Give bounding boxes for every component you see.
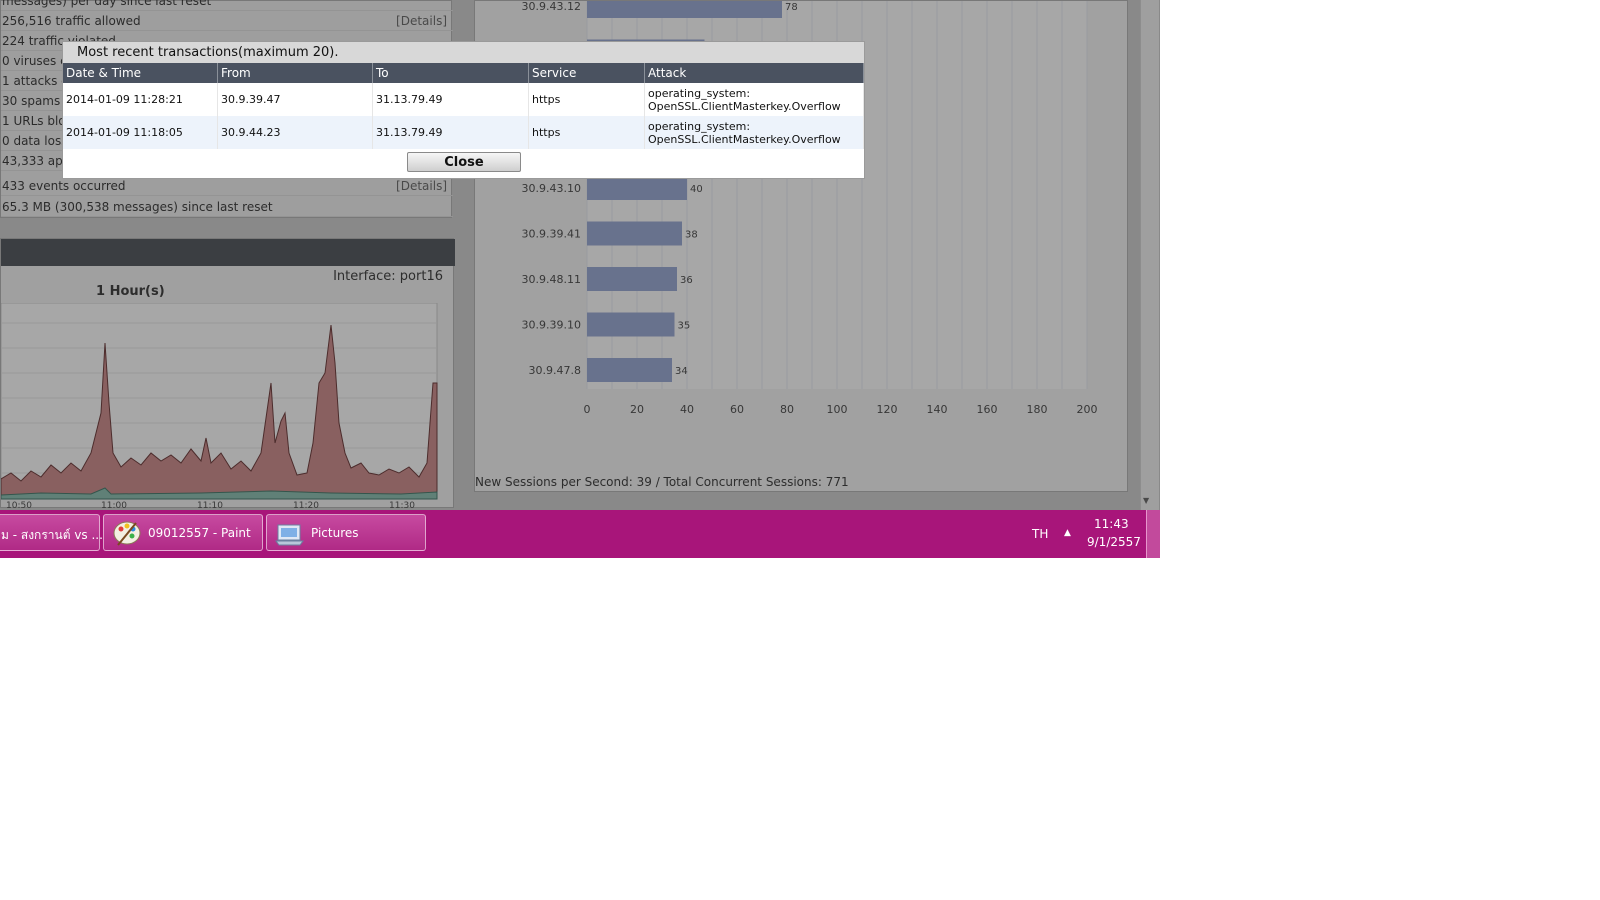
cell-datetime: 2014-01-09 11:28:21 (63, 83, 218, 116)
paint-palette-icon (113, 521, 141, 546)
attack-signature: OpenSSL.ClientMasterkey.Overflow (648, 132, 841, 146)
transactions-table: Date & Time From To Service Attack 2014-… (63, 63, 864, 149)
taskbar-button-browser[interactable]: ม - สงกรานต์ vs ... (0, 514, 103, 551)
cell-attack: operating_system: OpenSSL.ClientMasterke… (644, 83, 864, 116)
cell-service: https (528, 83, 645, 116)
transactions-dialog: Most recent transactions(maximum 20). Da… (62, 41, 865, 179)
cell-to: 31.13.79.49 (372, 116, 529, 149)
taskbar-button-label: 09012557 - Paint (148, 526, 251, 540)
column-header[interactable]: Date & Time (63, 63, 218, 83)
show-desktop-button[interactable] (1146, 510, 1160, 558)
column-header[interactable]: From (217, 63, 373, 83)
language-indicator[interactable]: TH (1032, 527, 1048, 541)
cell-from: 30.9.39.47 (217, 83, 373, 116)
column-header[interactable]: Attack (644, 63, 864, 83)
cell-service: https (528, 116, 645, 149)
cell-to: 31.13.79.49 (372, 83, 529, 116)
taskbar-button-label: Pictures (311, 526, 359, 540)
attack-signature: OpenSSL.ClientMasterkey.Overflow (648, 99, 841, 113)
cell-datetime: 2014-01-09 11:18:05 (63, 116, 218, 149)
table-row[interactable]: 2014-01-09 11:28:21 30.9.39.47 31.13.79.… (63, 83, 864, 116)
windows-taskbar: ม - สงกรานต์ vs ... 09012557 - Paint Pic… (0, 510, 1160, 558)
column-header[interactable]: To (372, 63, 529, 83)
table-row[interactable]: 2014-01-09 11:18:05 30.9.44.23 31.13.79.… (63, 116, 864, 149)
pictures-folder-icon (275, 524, 304, 546)
browser-viewport: messages) per day since last reset 256,5… (0, 0, 1160, 558)
taskbar-button-pictures[interactable]: Pictures (266, 514, 426, 551)
clock-time[interactable]: 11:43 (1094, 517, 1129, 531)
clock-date[interactable]: 9/1/2557 (1087, 535, 1141, 549)
cell-attack: operating_system: OpenSSL.ClientMasterke… (644, 116, 864, 149)
dialog-titlebar: Most recent transactions(maximum 20). (63, 42, 864, 63)
table-header-row: Date & Time From To Service Attack (63, 63, 864, 83)
taskbar-button-paint[interactable]: 09012557 - Paint (103, 514, 263, 551)
attack-category: operating_system: (648, 119, 751, 133)
attack-category: operating_system: (648, 86, 751, 100)
show-hidden-icons-icon[interactable]: ▲ (1064, 528, 1071, 538)
dialog-title: Most recent transactions(maximum 20). (77, 45, 339, 60)
close-button[interactable]: Close (407, 152, 521, 172)
cell-from: 30.9.44.23 (217, 116, 373, 149)
taskbar-button-label: ม - สงกรานต์ vs ... (1, 528, 103, 542)
column-header[interactable]: Service (528, 63, 645, 83)
